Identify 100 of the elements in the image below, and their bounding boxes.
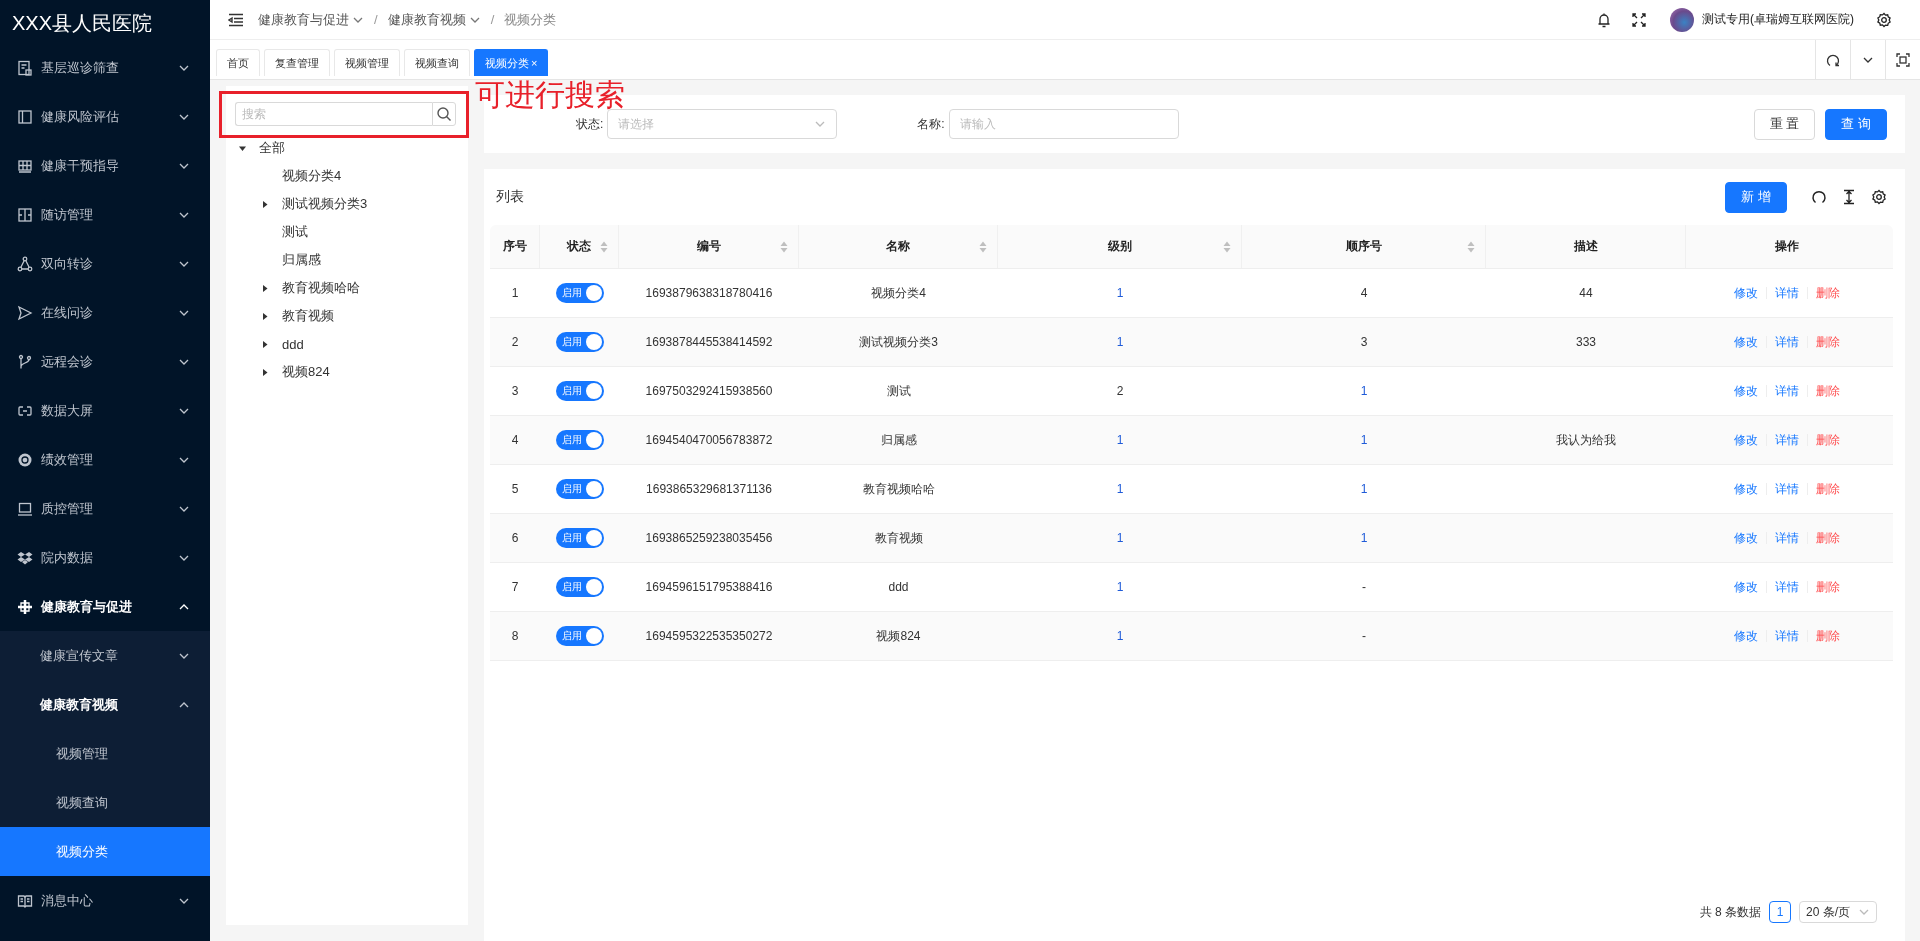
caret-right-icon[interactable] (261, 339, 270, 349)
column-header[interactable]: 顺序号 (1242, 225, 1486, 268)
toggle-switch[interactable]: 启用 (555, 430, 604, 450)
action-link[interactable]: 修改 (1725, 529, 1766, 547)
toggle-switch[interactable]: 启用 (555, 381, 604, 401)
page-button[interactable]: 1 (1769, 901, 1791, 923)
toggle-switch[interactable]: 启用 (555, 577, 604, 597)
toggle-switch[interactable]: 启用 (555, 332, 604, 352)
user-name[interactable]: 测试专用(卓瑞姆互联网医院) (1702, 11, 1854, 28)
menu-item[interactable]: 双向转诊 (0, 239, 210, 288)
toggle-switch[interactable]: 启用 (555, 479, 604, 499)
tree-node[interactable]: 归属感 (282, 251, 321, 269)
action-link[interactable]: 详情 (1766, 480, 1807, 498)
action-link[interactable]: 详情 (1766, 382, 1807, 400)
toggle-switch[interactable]: 启用 (555, 528, 604, 548)
refresh-icon (1826, 52, 1840, 67)
action-link[interactable]: 修改 (1725, 627, 1766, 645)
column-header: 操作 (1773, 238, 1800, 255)
action-link[interactable]: 修改 (1725, 431, 1766, 449)
avatar[interactable] (1670, 7, 1694, 32)
menu-item[interactable]: 远程会诊 (0, 337, 210, 386)
menu-item[interactable]: 绩效管理 (0, 435, 210, 484)
menu-item[interactable]: 质控管理 (0, 484, 210, 533)
column-header[interactable]: 状态 (540, 225, 619, 268)
caret-right-icon[interactable] (261, 311, 270, 321)
action-link[interactable]: 详情 (1766, 431, 1807, 449)
tree-node[interactable]: 视频824 (282, 363, 330, 381)
menu-item[interactable]: 视频查询 (0, 778, 210, 827)
menu-item[interactable]: 消息中心 (0, 876, 210, 925)
table-cell-text: 视频分类4 (870, 284, 927, 302)
column-height-icon[interactable] (1841, 189, 1857, 205)
tab[interactable]: 视频管理 (334, 49, 400, 76)
action-link[interactable]: 修改 (1725, 382, 1766, 400)
close-button[interactable]: × (531, 57, 538, 69)
toggle-switch[interactable]: 启用 (555, 626, 604, 646)
menu-item[interactable]: 院内数据 (0, 533, 210, 582)
action-link[interactable]: 详情 (1766, 627, 1807, 645)
caret-right-icon[interactable] (261, 283, 270, 293)
disc-icon (17, 451, 33, 468)
caret-right-icon[interactable] (261, 367, 270, 377)
add-button[interactable]: 新 增 (1725, 181, 1787, 213)
menu-item[interactable]: 健康干预指导 (0, 141, 210, 190)
tab[interactable]: 复查管理 (264, 49, 330, 76)
tree-node[interactable]: 测试 (282, 223, 308, 241)
action-link[interactable]: 修改 (1725, 480, 1766, 498)
squares-icon (17, 206, 33, 223)
query-button[interactable]: 查 询 (1825, 108, 1887, 140)
action-link[interactable]: 详情 (1766, 333, 1807, 351)
tree-node[interactable]: ddd (282, 336, 304, 352)
menu-item[interactable]: 健康宣传文章 (0, 631, 210, 680)
name-input[interactable]: 请输入 (948, 109, 1179, 139)
settings-icon[interactable] (1876, 11, 1892, 28)
table-cell-text: 2 (1115, 384, 1125, 398)
tree-node[interactable]: 视频分类4 (282, 167, 342, 185)
action-link[interactable]: 修改 (1725, 578, 1766, 596)
action-link[interactable]: 详情 (1766, 578, 1807, 596)
table-cell-text: 1 (1115, 433, 1125, 447)
table-cell-text: 1 (1115, 482, 1125, 496)
refresh-icon[interactable] (1811, 189, 1827, 205)
column-header[interactable]: 编号 (619, 225, 799, 268)
menu-icon[interactable] (228, 12, 244, 27)
column-header[interactable]: 级别 (998, 225, 1242, 268)
menu-item[interactable]: 视频管理 (0, 729, 210, 778)
tree-node[interactable]: 教育视频哈哈 (282, 279, 360, 297)
breadcrumb-link[interactable]: 健康教育与促进 (258, 10, 364, 29)
tab[interactable]: 视频查询 (404, 49, 470, 76)
tree-node[interactable]: 测试视频分类3 (282, 195, 368, 213)
breadcrumb-separator: / (374, 12, 378, 27)
table-cell-text: 1694540470056783872 (644, 433, 774, 447)
action-link[interactable]: 详情 (1766, 284, 1807, 302)
toggle-switch[interactable]: 启用 (555, 283, 604, 303)
reset-button[interactable]: 重 置 (1753, 108, 1816, 140)
breadcrumb-link[interactable]: 健康教育视频 (387, 10, 481, 29)
menu-item[interactable]: 视频分类 (0, 827, 210, 876)
menu-item[interactable]: 基层巡诊筛查 (0, 43, 210, 92)
page-size-select[interactable]: 20 条/页 (1799, 901, 1877, 923)
caret-right-icon[interactable] (261, 199, 270, 209)
menu-item[interactable]: 健康教育与促进 (0, 582, 210, 631)
action-link[interactable]: 修改 (1725, 284, 1766, 302)
column-header[interactable]: 名称 (799, 225, 998, 268)
app-title: XXX县人民医院 (11, 11, 154, 36)
settings-icon[interactable] (1871, 189, 1887, 205)
menu-item[interactable]: 健康教育视频 (0, 680, 210, 729)
tree-node[interactable]: 教育视频 (282, 307, 334, 325)
tab[interactable]: 首页 (216, 49, 260, 76)
table-cell-text: 1693865259238035456 (644, 531, 774, 545)
action-link[interactable]: 详情 (1766, 529, 1807, 547)
fullscreen-icon[interactable] (1632, 12, 1646, 27)
menu-item[interactable]: 健康风险评估 (0, 92, 210, 141)
menu-item[interactable]: 数据大屏 (0, 386, 210, 435)
search-field[interactable]: 搜索 (235, 102, 432, 126)
tab[interactable]: 视频分类 × (474, 49, 549, 76)
bell-icon[interactable] (1596, 11, 1612, 28)
search-button[interactable] (432, 102, 456, 126)
action-link[interactable]: 修改 (1725, 333, 1766, 351)
table-cell-text: 1 (1115, 335, 1125, 349)
breadcrumb-link[interactable]: 视频分类 (504, 10, 557, 29)
menu-item[interactable]: 随访管理 (0, 190, 210, 239)
menu-item[interactable]: 在线问诊 (0, 288, 210, 337)
tree-node[interactable]: 全部 (259, 139, 285, 157)
